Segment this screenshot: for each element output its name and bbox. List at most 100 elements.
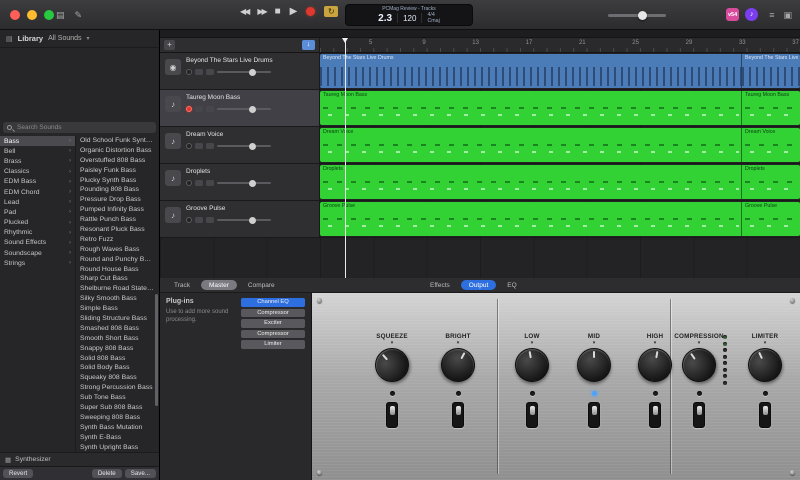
- revert-button[interactable]: Revert: [3, 469, 34, 478]
- record-enable-button[interactable]: [186, 143, 192, 149]
- sound-item[interactable]: Overstuffed 808 Bass: [76, 156, 159, 166]
- category-item[interactable]: Brass ›: [0, 156, 75, 166]
- cycle-icon[interactable]: ↻: [324, 6, 339, 17]
- status-badge[interactable]: ♪: [745, 8, 759, 21]
- plugin-slot[interactable]: Compressor: [241, 308, 305, 317]
- master-volume-thumb[interactable]: [638, 11, 648, 20]
- delete-button[interactable]: Delete: [91, 469, 122, 478]
- toolbar-right-icon[interactable]: ▣: [783, 7, 792, 23]
- tempo-value[interactable]: 120: [403, 14, 416, 23]
- mute-button[interactable]: [195, 106, 203, 112]
- category-item[interactable]: Pad ›: [0, 207, 75, 217]
- key-signature[interactable]: Cmaj: [427, 18, 439, 24]
- sound-item[interactable]: Rough Waves Bass: [76, 245, 159, 255]
- record-button[interactable]: [306, 7, 316, 16]
- sound-item[interactable]: Old School Funk Synth B...: [76, 136, 159, 146]
- sound-item[interactable]: Rattle Punch Bass: [76, 215, 159, 225]
- forward-icon[interactable]: ▶▶: [257, 7, 267, 16]
- tab[interactable]: Track: [166, 280, 198, 290]
- category-item[interactable]: Soundscape ›: [0, 248, 75, 258]
- toolbar-icon[interactable]: ✎: [75, 7, 83, 23]
- sound-item[interactable]: Pressure Drop Bass: [76, 195, 159, 205]
- sound-item[interactable]: Shelburne Road State Ba...: [76, 284, 159, 294]
- sound-item[interactable]: Round House Bass: [76, 265, 159, 275]
- sound-item[interactable]: Paisley Funk Bass: [76, 166, 159, 176]
- toggle-switch[interactable]: [386, 402, 398, 428]
- solo-button[interactable]: [206, 106, 214, 112]
- status-badge[interactable]: v54: [726, 8, 740, 21]
- stop-icon[interactable]: ■: [275, 6, 281, 17]
- toggle-switch[interactable]: [649, 402, 661, 428]
- category-item[interactable]: Rhythmic ›: [0, 228, 75, 238]
- category-item[interactable]: Lead ›: [0, 197, 75, 207]
- record-enable-button[interactable]: [186, 180, 192, 186]
- knob[interactable]: [435, 342, 481, 388]
- close-button[interactable]: [10, 10, 20, 20]
- play-icon[interactable]: ▶: [290, 6, 298, 17]
- sound-item[interactable]: Solid 808 Bass: [76, 354, 159, 364]
- sound-item[interactable]: Organic Distortion Bass: [76, 146, 159, 156]
- category-item[interactable]: EDM Chord ›: [0, 187, 75, 197]
- add-track-button[interactable]: +: [164, 40, 175, 50]
- track-header[interactable]: ◉ Beyond The Stars Live Drums: [160, 53, 320, 89]
- volume-slider[interactable]: [217, 68, 271, 76]
- mute-button[interactable]: [195, 143, 203, 149]
- solo-button[interactable]: [206, 217, 214, 223]
- toolbar-icon[interactable]: ▤: [56, 7, 65, 23]
- volume-slider[interactable]: [217, 105, 271, 113]
- sound-item[interactable]: Sub Tone Bass: [76, 393, 159, 403]
- track-header[interactable]: ♪ Droplets: [160, 164, 320, 200]
- solo-button[interactable]: [206, 180, 214, 186]
- toggle-switch[interactable]: [452, 402, 464, 428]
- record-enable-button[interactable]: [186, 106, 192, 112]
- toggle-switch[interactable]: [526, 402, 538, 428]
- plugin-slot[interactable]: Exciter: [241, 319, 305, 328]
- track-header[interactable]: ♪ Taureg Moon Bass: [160, 90, 320, 126]
- master-volume-slider[interactable]: [608, 11, 666, 20]
- sound-item[interactable]: Synth E-Bass: [76, 433, 159, 443]
- tab[interactable]: Output: [460, 280, 497, 290]
- playhead[interactable]: [342, 38, 348, 278]
- sound-item[interactable]: Squeaky 808 Bass: [76, 373, 159, 383]
- category-item[interactable]: Strings ›: [0, 258, 75, 268]
- tab[interactable]: EQ: [499, 280, 524, 290]
- category-item[interactable]: Sound Effects ›: [0, 238, 75, 248]
- toggle-switch[interactable]: [759, 402, 771, 428]
- sound-item[interactable]: Simple Bass: [76, 304, 159, 314]
- solo-button[interactable]: [206, 69, 214, 75]
- toggle-switch[interactable]: [693, 402, 705, 428]
- library-scope[interactable]: All Sounds: [48, 35, 81, 42]
- region[interactable]: Beyond The Stars Live Drums Beyond The S…: [320, 54, 800, 88]
- knob[interactable]: [742, 342, 788, 388]
- sound-item[interactable]: Snappy 808 Bass: [76, 344, 159, 354]
- toggle-switch[interactable]: [588, 402, 600, 428]
- region[interactable]: Groove Pulse Groove Pulse: [320, 202, 800, 236]
- category-item[interactable]: Bell ›: [0, 146, 75, 156]
- rewind-icon[interactable]: ◀◀: [240, 7, 250, 16]
- sound-item[interactable]: Super Sub 808 Bass: [76, 403, 159, 413]
- sound-item[interactable]: Retro Fuzz: [76, 235, 159, 245]
- sound-item[interactable]: Strong Percussion Bass: [76, 383, 159, 393]
- category-item[interactable]: Bass ›: [0, 136, 75, 147]
- playhead-position[interactable]: 2.3: [378, 13, 392, 24]
- sound-item[interactable]: Round and Punchy Bass: [76, 255, 159, 265]
- knob[interactable]: [367, 340, 417, 390]
- tab[interactable]: Effects: [422, 280, 458, 290]
- record-enable-button[interactable]: [186, 69, 192, 75]
- search-field[interactable]: [3, 122, 156, 133]
- minimize-button[interactable]: [27, 10, 37, 20]
- sound-item[interactable]: Synth Upright Bass: [76, 443, 159, 452]
- mute-button[interactable]: [195, 180, 203, 186]
- sound-item[interactable]: Plucky Synth Bass: [76, 176, 159, 186]
- volume-slider[interactable]: [217, 216, 271, 224]
- catch-playhead-button[interactable]: ↓: [302, 40, 315, 50]
- search-input[interactable]: [15, 123, 152, 132]
- tab[interactable]: Master: [201, 280, 237, 290]
- sound-item[interactable]: Solid Body Bass: [76, 363, 159, 373]
- sound-item[interactable]: Silky Smooth Bass: [76, 294, 159, 304]
- volume-slider[interactable]: [217, 179, 271, 187]
- toolbar-right-icon[interactable]: ≡: [769, 7, 774, 23]
- mute-button[interactable]: [195, 69, 203, 75]
- volume-slider[interactable]: [217, 142, 271, 150]
- sound-item[interactable]: Sharp Cut Bass: [76, 274, 159, 284]
